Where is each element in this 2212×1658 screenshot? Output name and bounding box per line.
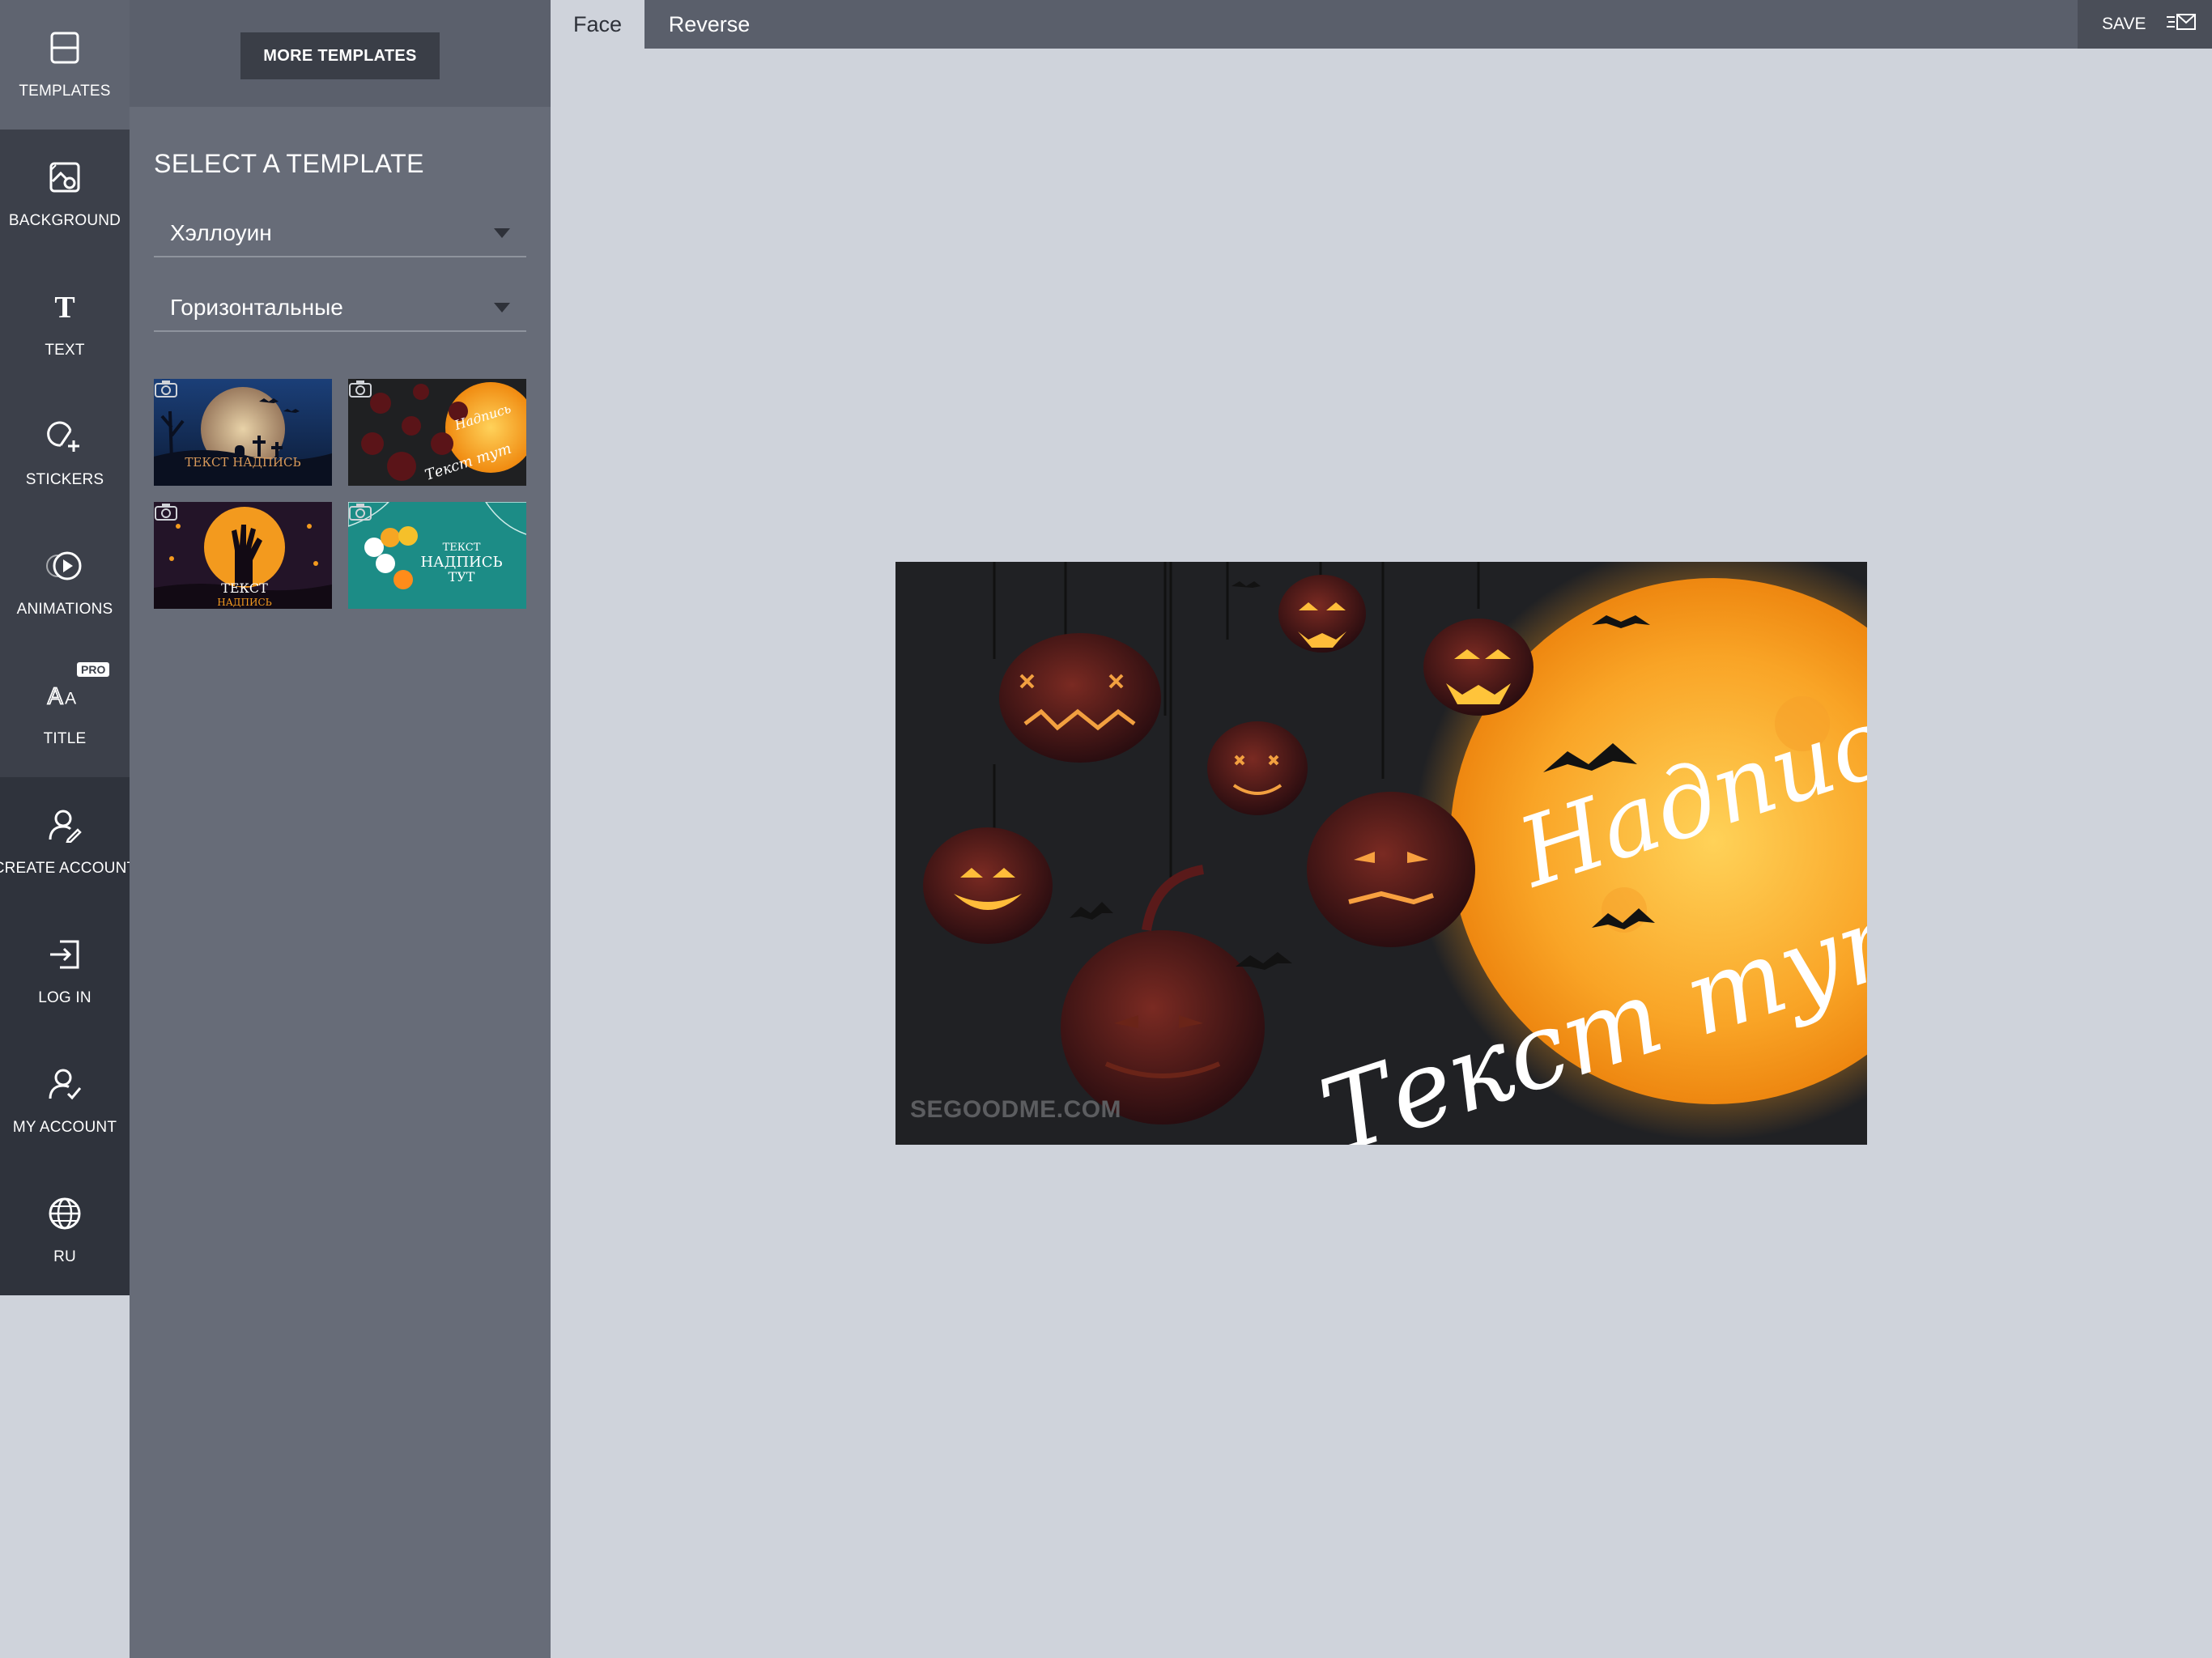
template-panel: MORE TEMPLATES SELECT A TEMPLATE Хэллоуи…: [130, 0, 551, 1658]
title-icon: AA: [46, 677, 83, 714]
svg-text:ТУТ: ТУТ: [449, 569, 475, 585]
save-button[interactable]: SAVE: [2078, 0, 2212, 49]
rail-label-stickers: STICKERS: [25, 471, 104, 488]
rail-label-title: TITLE: [43, 730, 87, 747]
rail-item-templates[interactable]: TEMPLATES: [0, 0, 130, 130]
send-mail-icon: [2165, 13, 2197, 36]
rail-item-title[interactable]: AA TITLE: [0, 648, 130, 777]
template-thumbnail-1[interactable]: ТЕКСТ НАДПИСЬ: [154, 379, 332, 486]
rail-label-language: RU: [53, 1248, 76, 1265]
thumb-1-text: ТЕКСТ НАДПИСЬ: [185, 455, 300, 470]
template-icon: [46, 29, 83, 66]
text-icon: T: [46, 288, 83, 325]
rail-label-text: TEXT: [45, 342, 85, 359]
design-canvas[interactable]: Надпись Текст тут SEGOODME.COM: [895, 562, 1867, 1145]
rail-label-templates: TEMPLATES: [19, 83, 111, 100]
globe-icon: [46, 1195, 83, 1232]
rail-item-my-account[interactable]: MY ACCOUNT: [0, 1036, 130, 1166]
panel-header: MORE TEMPLATES: [130, 0, 551, 107]
rail-label-animations: ANIMATIONS: [16, 601, 113, 618]
camera-icon: [155, 380, 177, 397]
svg-text:A: A: [48, 683, 63, 709]
more-templates-button[interactable]: MORE TEMPLATES: [240, 32, 440, 79]
rail-item-background[interactable]: BACKGROUND: [0, 130, 130, 259]
chevron-down-icon: [494, 228, 510, 238]
template-thumbnail-4[interactable]: ТЕКСТ НАДПИСЬ ТУТ: [348, 502, 526, 609]
left-rail: TEMPLATES BACKGROUND T TEXT STICKERS ANI…: [0, 0, 136, 1295]
rail-label-background: BACKGROUND: [8, 212, 121, 229]
rail-label-login: LOG IN: [38, 989, 91, 1006]
login-icon: [46, 936, 83, 973]
template-preview-graveyard: ТЕКСТ НАДПИСЬ: [154, 379, 332, 486]
halloween-card-artwork: Надпись Текст тут: [895, 562, 1867, 1145]
category-select[interactable]: Хэллоуин: [154, 209, 526, 257]
svg-text:T: T: [54, 291, 74, 324]
tab-reverse[interactable]: Reverse: [644, 0, 774, 49]
camera-icon: [155, 504, 177, 521]
rail-label-my-account: MY ACCOUNT: [12, 1119, 117, 1136]
account-icon: [46, 1065, 83, 1103]
rail-label-create-account: CREATE ACCOUNT: [0, 860, 137, 877]
background-icon: [46, 159, 83, 196]
template-thumbnail-2[interactable]: Надпись Текст тут: [348, 379, 526, 486]
svg-text:НАДПИСЬ: НАДПИСЬ: [217, 597, 272, 608]
rail-item-create-account[interactable]: CREATE ACCOUNT: [0, 777, 136, 907]
rail-item-login[interactable]: LOG IN: [0, 907, 130, 1036]
rail-item-animations[interactable]: ANIMATIONS: [0, 518, 130, 648]
sticker-icon: [46, 418, 83, 455]
format-select-value: Горизонтальные: [170, 295, 343, 320]
svg-text:ТЕКСТ: ТЕКСТ: [221, 580, 268, 596]
rail-item-stickers[interactable]: STICKERS: [0, 389, 130, 518]
camera-icon: [349, 380, 372, 397]
pro-badge: PRO: [77, 662, 110, 677]
svg-text:НАДПИСЬ: НАДПИСЬ: [420, 554, 502, 571]
template-preview-zombie-hand: ТЕКСТ НАДПИСЬ: [154, 502, 332, 609]
rail-item-text[interactable]: T TEXT: [0, 259, 130, 389]
rail-item-language[interactable]: RU: [0, 1166, 130, 1295]
create-account-icon: [46, 806, 83, 844]
category-select-value: Хэллоуин: [170, 220, 272, 245]
chevron-down-icon: [494, 303, 510, 312]
template-thumbnail-3[interactable]: ТЕКСТ НАДПИСЬ: [154, 502, 332, 609]
tab-face[interactable]: Face: [551, 0, 644, 49]
animation-icon: [46, 547, 83, 585]
template-preview-balloons: ТЕКСТ НАДПИСЬ ТУТ: [348, 502, 526, 609]
watermark: SEGOODME.COM: [910, 1096, 1122, 1123]
svg-text:A: A: [65, 690, 77, 708]
camera-icon: [349, 504, 372, 521]
format-select[interactable]: Горизонтальные: [154, 283, 526, 332]
panel-title: SELECT A TEMPLATE: [154, 149, 424, 178]
top-bar: Face Reverse SAVE: [551, 0, 2212, 49]
template-preview-pumpkins: Надпись Текст тут: [348, 379, 526, 486]
save-label: SAVE: [2102, 15, 2146, 33]
svg-text:ТЕКСТ: ТЕКСТ: [443, 542, 481, 554]
